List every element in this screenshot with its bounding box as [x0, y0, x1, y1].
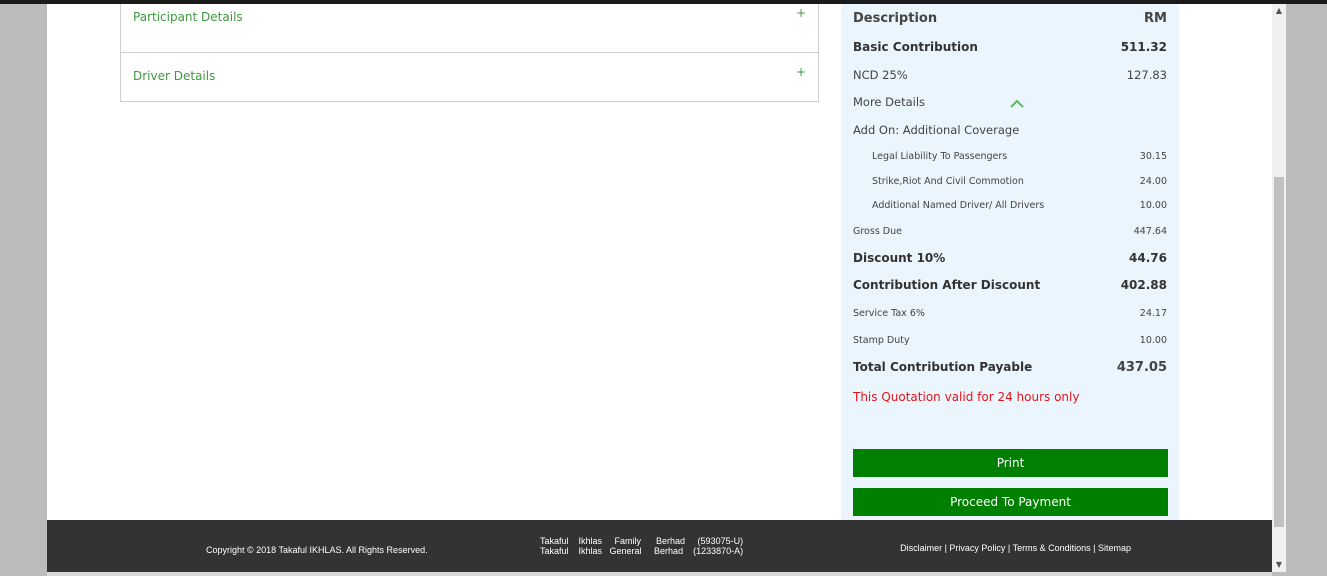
currency-heading: RM	[1144, 11, 1167, 26]
contribution-summary-panel: Description RM Basic Contribution 511.32…	[841, 4, 1179, 520]
company-line-family: Takaful Ikhlas Family Berhad (593075-U)	[540, 536, 744, 546]
more-details-toggle[interactable]: More Details	[853, 95, 925, 109]
page-content: Participant Details + Driver Details + D…	[47, 4, 1272, 520]
site-footer: Copyright © 2018 Takaful IKHLAS. All Rig…	[47, 520, 1272, 572]
gross-due-value: 447.64	[1133, 226, 1167, 237]
total-payable-label: Total Contribution Payable	[853, 360, 1033, 374]
vertical-scrollbar[interactable]: ▲ ▼	[1272, 4, 1286, 572]
footer-links[interactable]: Disclaimer | Privacy Policy | Terms & Co…	[900, 543, 1131, 553]
basic-contribution-value: 511.32	[1120, 40, 1167, 54]
service-tax-value: 24.17	[1139, 308, 1167, 319]
stamp-duty-label: Stamp Duty	[853, 335, 910, 346]
accordion-driver-details[interactable]: Driver Details +	[120, 52, 819, 102]
participant-details-label: Participant Details	[133, 10, 243, 24]
stamp-duty-value: 10.00	[1139, 335, 1167, 346]
description-heading: Description	[853, 11, 938, 26]
driver-details-label: Driver Details	[133, 69, 216, 83]
addon-value: 10.00	[1139, 200, 1167, 211]
plus-icon[interactable]: +	[796, 65, 806, 79]
accordion-participant-details[interactable]: Participant Details +	[120, 4, 819, 53]
ncd-label: NCD 25%	[853, 68, 908, 82]
company-line-general: Takaful Ikhlas General Berhad (1233870-A…	[540, 546, 744, 556]
scroll-up-arrow-icon[interactable]: ▲	[1272, 4, 1286, 18]
details-accordion: Participant Details + Driver Details +	[120, 4, 819, 102]
addon-label: Legal Liability To Passengers	[872, 151, 1008, 162]
basic-contribution-label: Basic Contribution	[853, 40, 978, 54]
discount-label: Discount 10%	[853, 251, 946, 265]
addon-value: 30.15	[1139, 151, 1167, 162]
total-payable-value: 437.05	[1116, 360, 1167, 375]
scrollbar-thumb[interactable]	[1274, 177, 1284, 527]
copyright-text: Copyright © 2018 Takaful IKHLAS. All Rig…	[206, 545, 428, 555]
addon-label: Strike,Riot And Civil Commotion	[872, 176, 1024, 187]
addon-label: Additional Named Driver/ All Drivers	[872, 200, 1045, 211]
gross-due-label: Gross Due	[853, 226, 902, 237]
company-info: Takaful Ikhlas Family Berhad (593075-U) …	[540, 536, 743, 556]
proceed-to-payment-button[interactable]: Proceed To Payment	[853, 488, 1168, 516]
addon-heading: Add On: Additional Coverage	[853, 123, 1020, 137]
plus-icon[interactable]: +	[796, 6, 806, 20]
after-discount-value: 402.88	[1120, 278, 1167, 292]
discount-value: 44.76	[1129, 251, 1167, 265]
addon-value: 24.00	[1139, 176, 1167, 187]
after-discount-label: Contribution After Discount	[853, 278, 1041, 292]
bottom-strip	[47, 572, 1272, 576]
ncd-value: 127.83	[1126, 68, 1167, 82]
print-button[interactable]: Print	[853, 449, 1168, 477]
chevron-up-icon[interactable]	[1010, 99, 1024, 109]
validity-note: This Quotation valid for 24 hours only	[853, 390, 1080, 404]
service-tax-label: Service Tax 6%	[853, 308, 925, 319]
scroll-down-arrow-icon[interactable]: ▼	[1272, 558, 1286, 572]
